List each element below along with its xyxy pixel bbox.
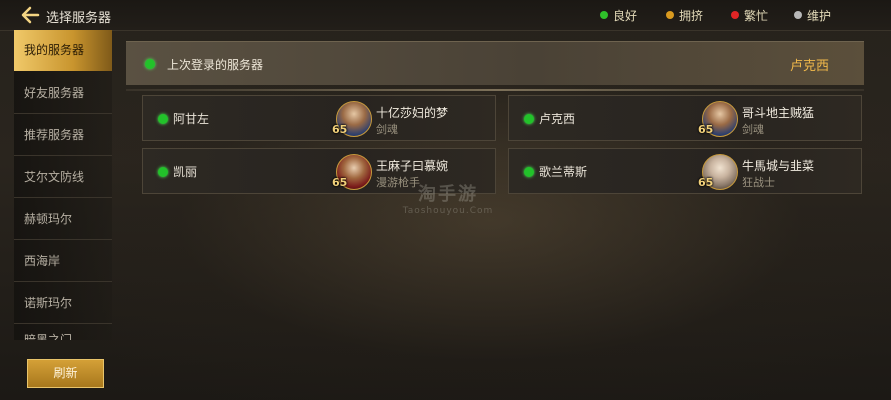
server-card-grandis[interactable]: 歌兰蒂斯 65 牛馬城与韭菜 狂战士 — [508, 148, 862, 194]
character-level: 65 — [698, 176, 714, 189]
server-card-agansoz[interactable]: 阿甘左 65 十亿莎妇的梦 剑魂 — [142, 95, 496, 141]
server-category-sidebar: 我的服务器 好友服务器 推荐服务器 艾尔文防线 赫顿玛尔 西海岸 诺斯玛尔 暗黑… — [14, 30, 112, 340]
sidebar-item-friend-servers[interactable]: 好友服务器 — [14, 73, 112, 114]
busy-status-dot-icon — [731, 11, 739, 19]
last-login-row[interactable]: 上次登录的服务器 卢克西 — [126, 41, 864, 85]
page-title: 选择服务器 — [46, 11, 112, 26]
watermark-text: 淘手游 — [418, 184, 478, 205]
sidebar-item-nosmar[interactable]: 诺斯玛尔 — [14, 283, 112, 324]
refresh-button[interactable]: 刷新 — [27, 359, 104, 388]
server-name: 歌兰蒂斯 — [539, 165, 588, 179]
legend-crowded-label: 拥挤 — [679, 8, 704, 23]
sidebar-item-elvenguard[interactable]: 艾尔文防线 — [14, 157, 112, 198]
legend-crowded: 拥挤 — [666, 8, 704, 23]
legend-good: 良好 — [600, 8, 638, 23]
server-status-dot-icon — [158, 167, 168, 177]
character-name: 牛馬城与韭菜 — [742, 159, 815, 173]
watermark: 淘手游 Taoshouyou.Com — [398, 180, 498, 220]
character-name: 王麻子曰慕婉 — [376, 159, 449, 173]
character-name: 十亿莎妇的梦 — [376, 106, 449, 120]
sidebar-item-west-coast[interactable]: 西海岸 — [14, 241, 112, 282]
maintenance-status-dot-icon — [794, 11, 802, 19]
server-card-luxi[interactable]: 卢克西 65 哥斗地主贼猛 剑魂 — [508, 95, 862, 141]
sidebar-item-my-servers[interactable]: 我的服务器 — [14, 30, 112, 71]
character-level: 65 — [332, 176, 348, 189]
watermark-subtext: Taoshouyou.Com — [402, 206, 494, 216]
character-class: 狂战士 — [742, 176, 775, 189]
divider — [126, 89, 864, 91]
back-button[interactable] — [20, 6, 40, 24]
good-status-dot-icon — [600, 11, 608, 19]
legend-good-label: 良好 — [613, 8, 638, 23]
server-status-dot-icon — [524, 167, 534, 177]
sidebar-item-dark-gate[interactable]: 暗黑之门 — [14, 325, 112, 340]
legend-busy-label: 繁忙 — [744, 8, 769, 23]
top-bar: 选择服务器 良好 拥挤 繁忙 维护 — [0, 0, 891, 31]
crowded-status-dot-icon — [666, 11, 674, 19]
sidebar-item-recommended-servers[interactable]: 推荐服务器 — [14, 115, 112, 156]
server-status-dot-icon — [524, 114, 534, 124]
legend-maintenance: 维护 — [794, 8, 832, 23]
character-class: 剑魂 — [742, 123, 764, 136]
last-login-status-dot-icon — [145, 59, 155, 69]
server-name: 凯丽 — [173, 165, 198, 179]
server-status-dot-icon — [158, 114, 168, 124]
last-login-label: 上次登录的服务器 — [167, 58, 264, 72]
server-select-screen: 选择服务器 良好 拥挤 繁忙 维护 我的服务器 好友服务器 推荐服务器 艾尔文防… — [0, 0, 891, 400]
character-level: 65 — [698, 123, 714, 136]
character-level: 65 — [332, 123, 348, 136]
last-login-server-name: 卢克西 — [790, 59, 830, 74]
character-class: 剑魂 — [376, 123, 398, 136]
legend-busy: 繁忙 — [731, 8, 769, 23]
legend-maintenance-label: 维护 — [807, 8, 832, 23]
back-arrow-icon — [21, 6, 40, 24]
sidebar-item-hendon-myre[interactable]: 赫顿玛尔 — [14, 199, 112, 240]
server-name: 阿甘左 — [173, 112, 210, 126]
character-name: 哥斗地主贼猛 — [742, 106, 815, 120]
server-name: 卢克西 — [539, 112, 576, 126]
